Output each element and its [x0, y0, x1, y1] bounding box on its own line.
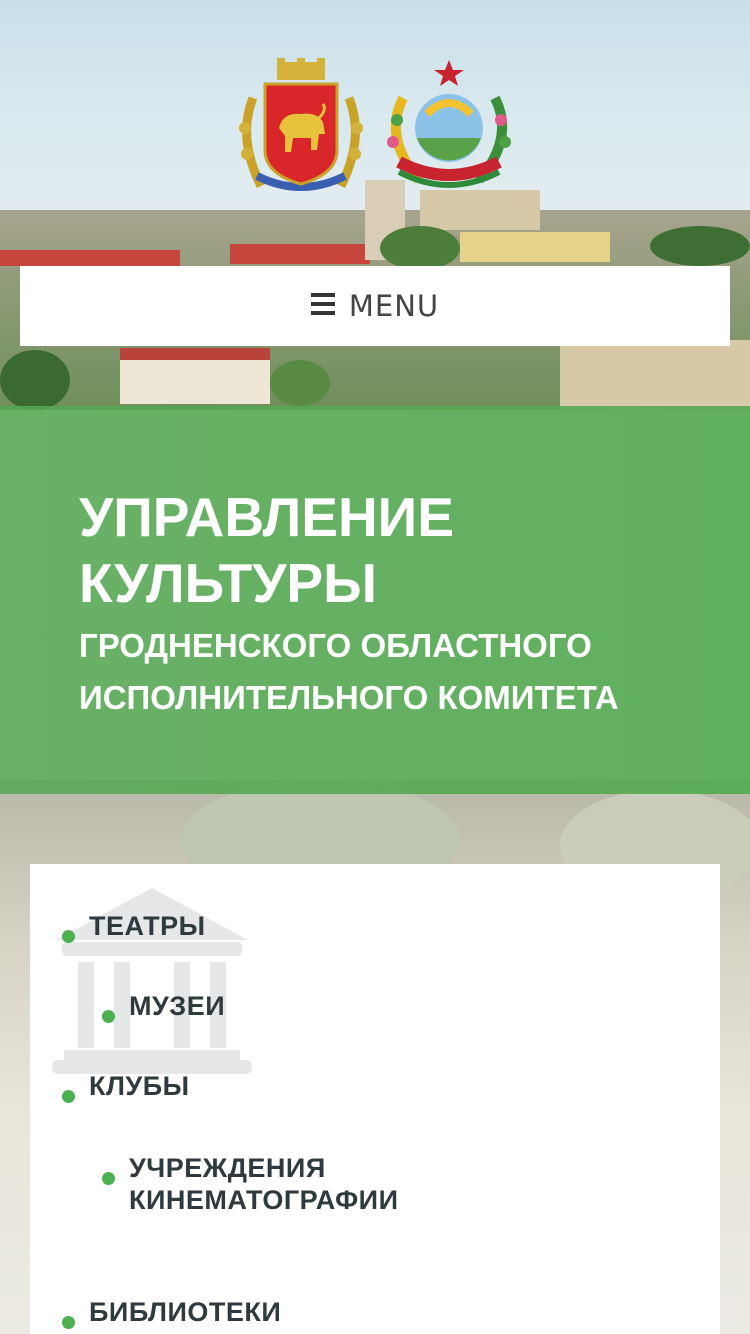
- menu-button[interactable]: MENU: [20, 266, 730, 346]
- category-libraries[interactable]: БИБЛИОТЕКИ: [62, 1296, 281, 1329]
- hamburger-icon: [310, 293, 335, 315]
- tree: [0, 350, 70, 410]
- tree: [380, 226, 460, 270]
- category-label: КЛУБЫ: [89, 1071, 190, 1101]
- bullet-icon: [62, 1316, 75, 1329]
- category-theatres[interactable]: ТЕАТРЫ: [62, 910, 206, 943]
- yellow-building: [460, 232, 610, 262]
- roof: [0, 250, 180, 266]
- roof: [230, 244, 370, 264]
- category-label: МУЗЕИ: [129, 991, 226, 1021]
- category-label: БИБЛИОТЕКИ: [89, 1297, 282, 1327]
- building: [120, 360, 270, 404]
- category-museums[interactable]: МУЗЕИ: [102, 990, 225, 1023]
- bullet-icon: [62, 1090, 75, 1103]
- grodno-coat-of-arms-icon[interactable]: [231, 58, 371, 198]
- building: [560, 340, 750, 410]
- tree: [650, 226, 750, 266]
- category-cinema[interactable]: УЧРЕЖДЕНИЯ КИНЕМАТОГРАФИИ: [102, 1152, 399, 1216]
- page-subtitle: ГРОДНЕНСКОГО ОБЛАСТНОГО ИСПОЛНИТЕЛЬНОГО …: [79, 627, 619, 716]
- page-title: УПРАВЛЕНИЕ КУЛЬТУРЫ: [79, 486, 454, 614]
- category-label: УЧРЕЖДЕНИЯ КИНЕМАТОГРАФИИ: [129, 1153, 399, 1215]
- category-clubs[interactable]: КЛУБЫ: [62, 1070, 190, 1103]
- bullet-icon: [102, 1010, 115, 1023]
- bullet-icon: [102, 1172, 115, 1185]
- emblems: [0, 58, 750, 198]
- menu-label: MENU: [348, 289, 440, 323]
- bullet-icon: [62, 930, 75, 943]
- category-label: ТЕАТРЫ: [89, 911, 206, 941]
- categories-card: ТЕАТРЫ МУЗЕИ КЛУБЫ УЧРЕЖДЕНИЯ КИНЕМАТОГР…: [30, 864, 720, 1334]
- belarus-emblem-icon[interactable]: [379, 58, 519, 198]
- tree: [270, 360, 330, 406]
